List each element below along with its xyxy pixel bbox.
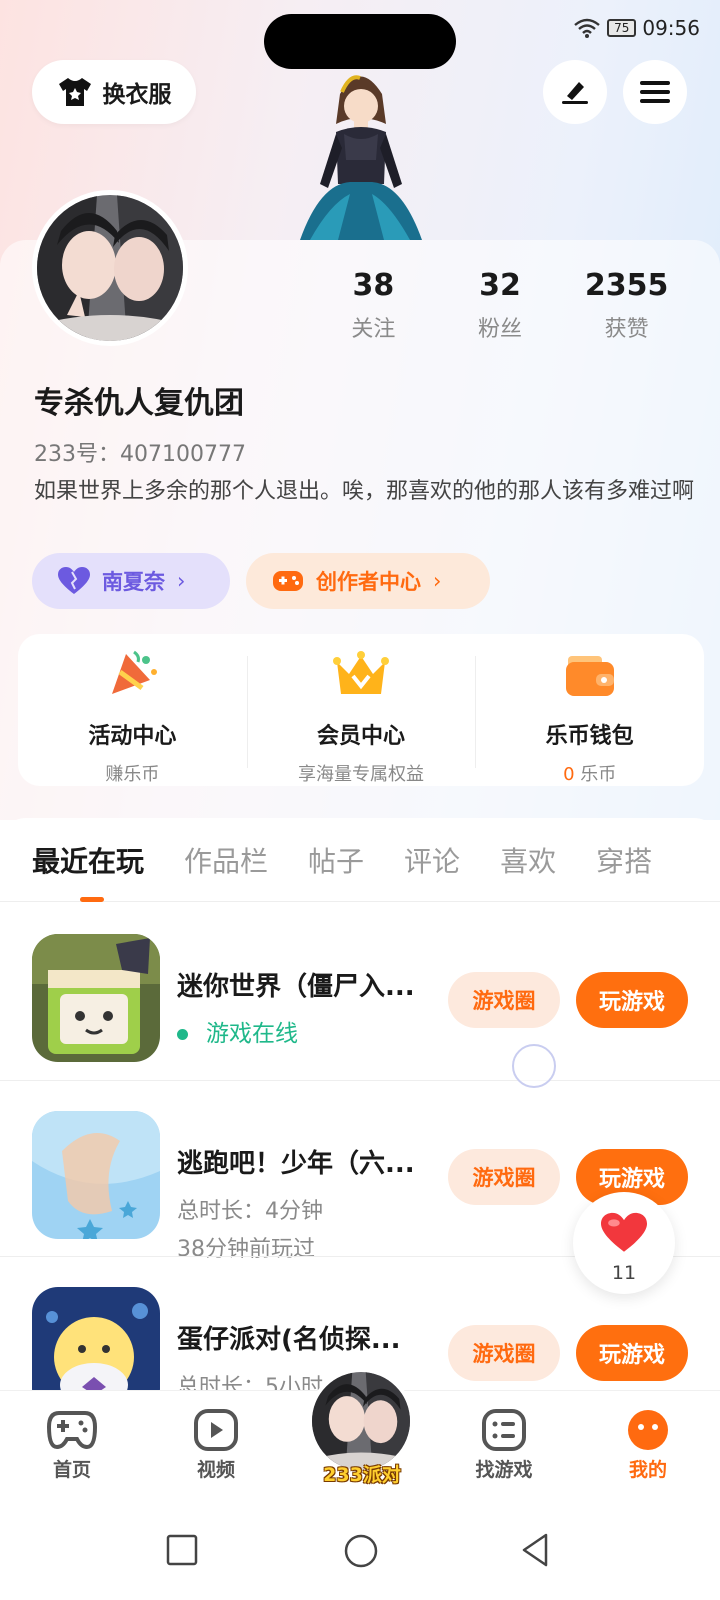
nav-label: 首页 (52, 1459, 91, 1481)
game-duration: 总时长：4分钟 (177, 1199, 323, 1224)
nav-find-games[interactable]: 找游戏 (432, 1391, 576, 1494)
content-tabs: 最近在玩 作品栏 帖子 评论 喜欢 穿搭 (0, 818, 720, 902)
game-circle-button[interactable]: 游戏圈 (448, 1325, 560, 1381)
status-bar: 75 09:56 (0, 0, 720, 69)
play-game-button[interactable]: 玩游戏 (576, 1325, 688, 1381)
status-icons: 75 09:56 (573, 16, 700, 40)
stat-followers[interactable]: 32 粉丝 (437, 268, 564, 343)
tab-outfits[interactable]: 穿搭 (596, 840, 652, 880)
loading-indicator (512, 1044, 556, 1088)
avatar-photo (37, 195, 183, 341)
game-icon[interactable] (32, 1111, 160, 1239)
video-play-icon (194, 1409, 238, 1451)
nav-label: 找游戏 (475, 1459, 533, 1481)
game-title: 蛋仔派对(名侦探... (177, 1325, 401, 1355)
floating-like-button[interactable]: 11 (573, 1192, 675, 1294)
stat-value: 32 (479, 268, 521, 303)
nav-video[interactable]: 视频 (144, 1391, 288, 1494)
party-logo-label: 233派对 (323, 1464, 401, 1486)
party-avatar-photo (312, 1372, 410, 1470)
coin-unit: 乐币 (574, 764, 617, 785)
profile-stats: 38 关注 32 粉丝 2355 获赞 (310, 268, 690, 343)
game-circle-button[interactable]: 游戏圈 (448, 1149, 560, 1205)
wallet-entry[interactable]: 乐币钱包 0 乐币 (475, 634, 704, 786)
crown-icon (333, 651, 389, 694)
list-icon (482, 1409, 526, 1451)
clock: 09:56 (642, 16, 700, 40)
avatar-character[interactable] (290, 64, 430, 240)
creator-center-button[interactable]: 创作者中心 › (246, 553, 490, 609)
recent-games-list: 迷你世界（僵尸入... 游戏在线 游戏圈 玩游戏 逃跑吧！少年（六... 总时长… (0, 904, 720, 1432)
play-game-button[interactable]: 玩游戏 (576, 972, 688, 1028)
game-title: 逃跑吧！少年（六... (177, 1149, 415, 1179)
list-item[interactable]: 迷你世界（僵尸入... 游戏在线 游戏圈 玩游戏 (0, 904, 720, 1080)
wifi-icon (574, 18, 600, 38)
party-center-button[interactable] (308, 1368, 414, 1474)
tab-posts[interactable]: 帖子 (308, 840, 364, 880)
battery-icon: 75 (607, 19, 637, 37)
party-popper-icon (112, 650, 158, 694)
recent-apps-icon[interactable] (166, 1534, 198, 1566)
stat-following[interactable]: 38 关注 (310, 268, 437, 343)
vip-center-entry[interactable]: 会员中心 享海量专属权益 (246, 634, 476, 786)
profile-bio: 如果世界上多余的那个人退出。唉，那喜欢的他的那人该有多难过啊 (34, 479, 695, 504)
activity-center-entry[interactable]: 活动中心 赚乐币 (18, 634, 247, 786)
entry-subtitle: 0 乐币 (475, 760, 704, 786)
online-status-text: 游戏在线 (206, 1021, 298, 1047)
stat-value: 38 (352, 268, 395, 303)
me-face-icon (628, 1410, 668, 1450)
nav-home[interactable]: 首页 (0, 1391, 144, 1494)
nav-label: 视频 (196, 1459, 235, 1481)
tab-recent[interactable]: 最近在玩 (32, 840, 144, 902)
profile-avatar[interactable] (32, 190, 188, 346)
edit-button[interactable] (543, 60, 607, 124)
home-icon[interactable] (344, 1534, 378, 1568)
entry-title: 乐币钱包 (545, 724, 634, 749)
tab-works[interactable]: 作品栏 (184, 840, 268, 880)
nav-label: 我的 (628, 1459, 667, 1481)
stat-value: 2355 (584, 268, 669, 303)
game-title: 迷你世界（僵尸入... (177, 972, 415, 1002)
chevron-right-icon: › (433, 569, 442, 593)
online-dot-icon (177, 1029, 188, 1040)
heart-icon (601, 1212, 647, 1252)
chevron-right-icon: › (177, 569, 186, 593)
back-icon[interactable] (520, 1532, 550, 1568)
stat-label: 粉丝 (478, 317, 523, 342)
stat-label: 关注 (351, 317, 396, 342)
tshirt-icon (58, 78, 91, 106)
tab-comments[interactable]: 评论 (404, 840, 460, 880)
quick-entry-panel: 活动中心 赚乐币 会员中心 享海量专属权益 乐币钱包 0 乐币 (18, 634, 704, 786)
game-icon[interactable] (32, 934, 160, 1062)
coin-balance: 0 (563, 764, 575, 785)
wardrobe-button[interactable]: 换衣服 (32, 60, 196, 124)
camera-notch (264, 14, 456, 69)
creator-center-label: 创作者中心 (316, 570, 421, 594)
game-circle-button[interactable]: 游戏圈 (448, 972, 560, 1028)
profile-name: 专杀仇人复仇团 (34, 386, 244, 421)
stat-likes[interactable]: 2355 获赞 (563, 268, 690, 343)
entry-subtitle: 赚乐币 (105, 764, 160, 785)
profile-id[interactable]: 233号：407100777 (34, 436, 246, 468)
stat-label: 获赞 (604, 317, 649, 342)
wallet-icon (565, 656, 614, 696)
entry-title: 活动中心 (88, 724, 177, 749)
partner-tag-button[interactable]: 南夏奈 › (32, 553, 230, 609)
partner-tag-label: 南夏奈 (102, 570, 165, 594)
pencil-icon (562, 82, 588, 104)
gamepad-icon (47, 1411, 97, 1450)
online-status: 游戏在线 (177, 1014, 298, 1048)
entry-subtitle: 享海量专属权益 (298, 764, 424, 785)
like-count: 11 (611, 1262, 637, 1284)
gamepad-icon (273, 571, 303, 591)
system-navigation-bar (0, 1494, 720, 1600)
entry-title: 会员中心 (317, 724, 406, 749)
wardrobe-label: 换衣服 (102, 82, 172, 108)
hamburger-icon (640, 81, 670, 103)
tab-likes[interactable]: 喜欢 (500, 840, 556, 880)
menu-button[interactable] (623, 60, 687, 124)
nav-me[interactable]: 我的 (576, 1391, 720, 1494)
heart-icon (58, 567, 90, 594)
